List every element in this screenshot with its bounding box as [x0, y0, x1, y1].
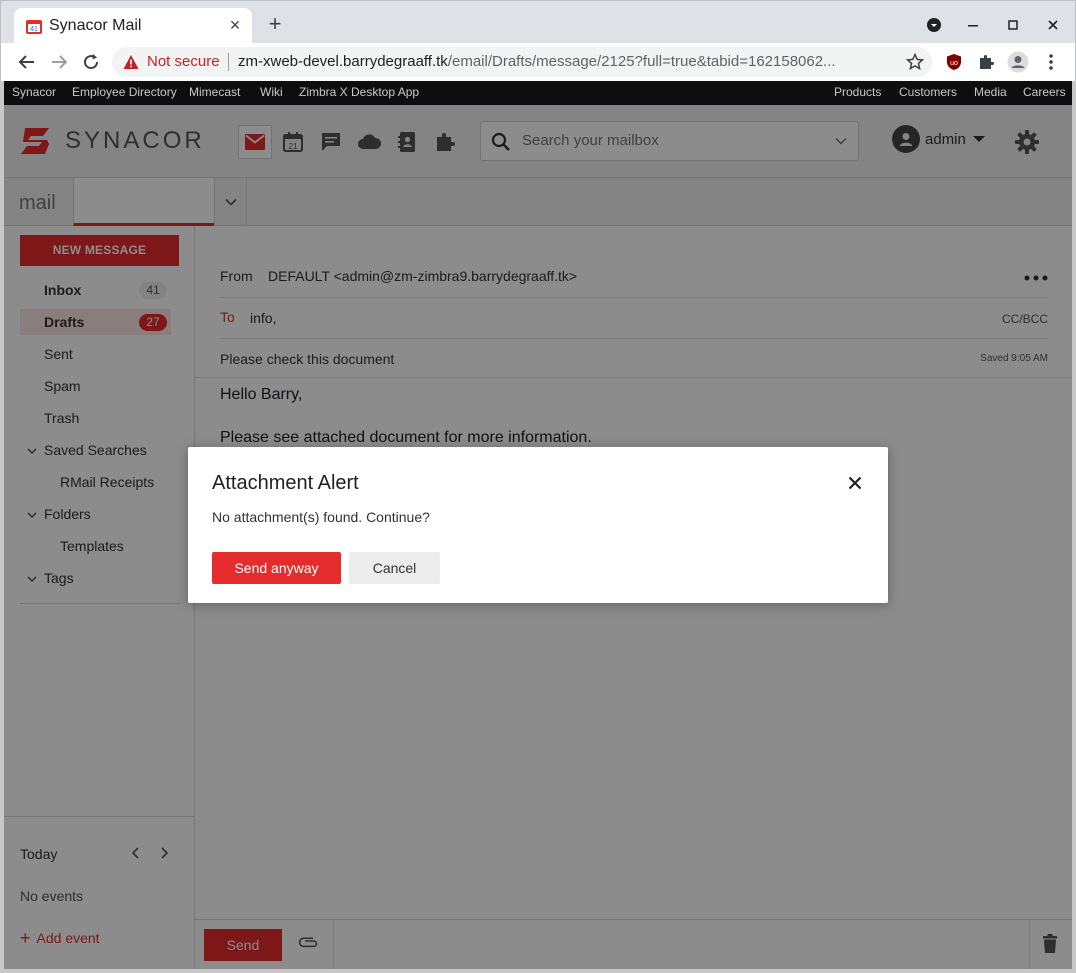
new-tab-icon[interactable]: + [264, 13, 286, 35]
minimize-window-icon[interactable] [961, 13, 985, 37]
back-arrow-icon[interactable] [15, 50, 39, 74]
url-text[interactable]: zm-xweb-devel.barrydegraaff.tk/email/Dra… [238, 53, 898, 70]
portal-links-bar: Synacor Employee Directory Mimecast Wiki… [4, 81, 1072, 105]
portal-link-mimecast[interactable]: Mimecast [189, 85, 240, 99]
svg-text:41: 41 [30, 26, 38, 33]
warning-triangle-icon [123, 55, 139, 69]
svg-text:uo: uo [950, 60, 958, 67]
synacor-mail-favicon-icon: 41 [26, 20, 42, 34]
browser-toolbar: Not secure zm-xweb-devel.barrydegraaff.t… [0, 43, 1076, 81]
maximize-window-icon[interactable] [1001, 13, 1025, 37]
profile-avatar-icon[interactable] [1007, 51, 1029, 73]
address-bar[interactable]: Not secure zm-xweb-devel.barrydegraaff.t… [112, 47, 932, 77]
portal-link-employee-directory[interactable]: Employee Directory [72, 85, 177, 99]
attachment-alert-dialog: Attachment Alert No attachment(s) found.… [188, 447, 888, 603]
browser-tab-title: Synacor Mail [49, 17, 142, 34]
not-secure-label[interactable]: Not secure [147, 53, 220, 70]
close-icon[interactable] [843, 471, 867, 495]
portal-link-media[interactable]: Media [974, 85, 1007, 99]
bookmark-star-icon[interactable] [906, 53, 924, 71]
portal-link-careers[interactable]: Careers [1023, 85, 1066, 99]
portal-link-synacor[interactable]: Synacor [12, 85, 56, 99]
portal-link-customers[interactable]: Customers [899, 85, 957, 99]
address-separator [228, 53, 229, 71]
dialog-message: No attachment(s) found. Continue? [212, 509, 430, 525]
window-border-bottom [0, 969, 1076, 973]
ublock-extension-icon[interactable]: uo [943, 51, 965, 73]
close-window-icon[interactable] [1041, 13, 1065, 37]
window-border-right [1072, 81, 1076, 973]
portal-link-products[interactable]: Products [834, 85, 881, 99]
browser-tab[interactable]: 41 Synacor Mail × [14, 8, 252, 44]
tab-search-icon[interactable] [922, 13, 946, 37]
url-path: /email/Drafts/message/2125?full=true&tab… [447, 53, 836, 70]
cancel-button[interactable]: Cancel [349, 552, 440, 584]
portal-link-desktop-app[interactable]: Zimbra X Desktop App [299, 85, 419, 99]
dialog-title: Attachment Alert [212, 472, 359, 494]
browser-tab-strip: 41 Synacor Mail × + [0, 0, 1076, 44]
reload-icon[interactable] [79, 50, 103, 74]
portal-link-wiki[interactable]: Wiki [260, 85, 283, 99]
extensions-puzzle-icon[interactable] [975, 51, 997, 73]
send-anyway-button[interactable]: Send anyway [212, 552, 341, 584]
forward-arrow-icon[interactable] [47, 50, 71, 74]
close-tab-icon[interactable]: × [226, 16, 244, 34]
browser-menu-icon[interactable] [1040, 51, 1062, 73]
url-host: zm-xweb-devel.barrydegraaff.tk [238, 53, 448, 70]
